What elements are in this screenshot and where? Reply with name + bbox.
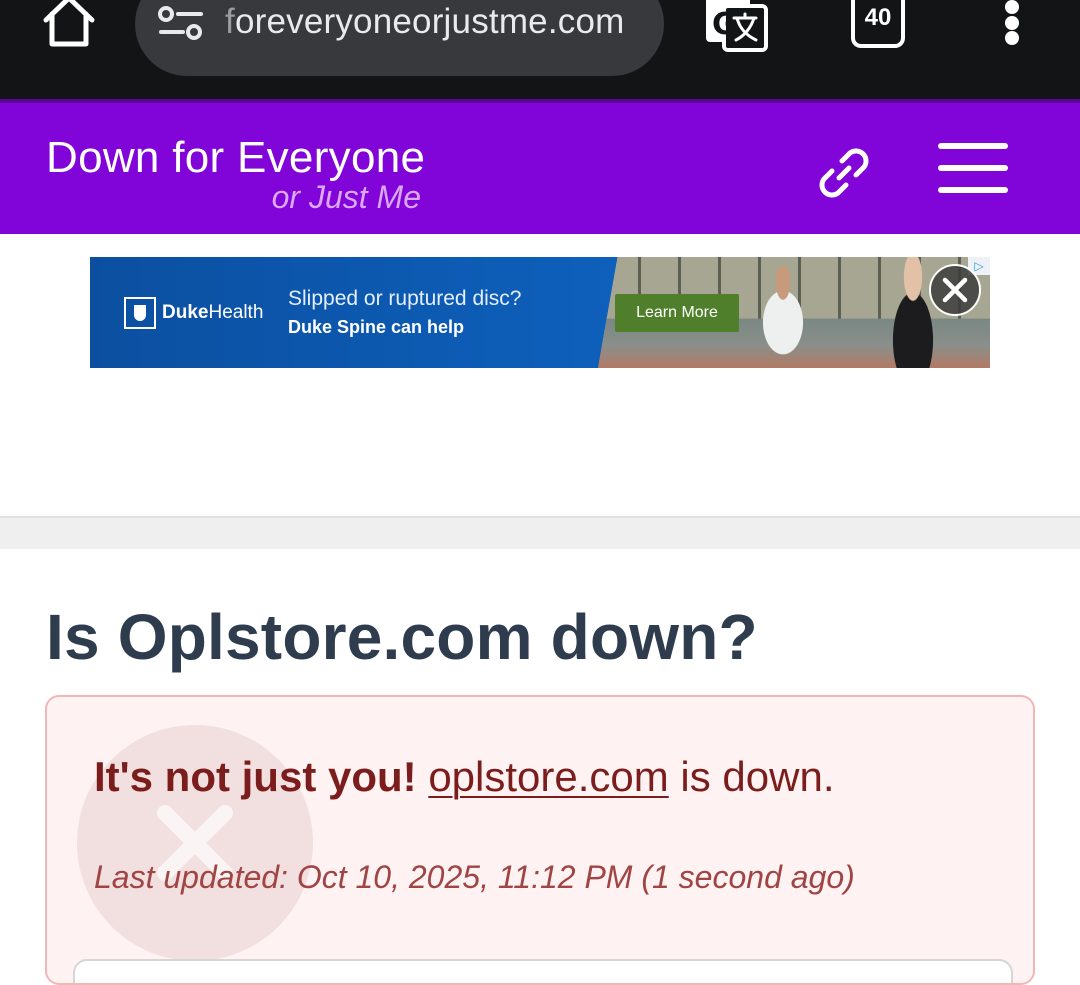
ad-headline: Slipped or ruptured disc? (288, 287, 522, 310)
duke-shield-icon (124, 297, 156, 329)
ad-photo-person (748, 267, 818, 368)
site-logo-subtitle[interactable]: or Just Me (200, 179, 421, 216)
ad-brand-bold: Duke (162, 302, 209, 323)
status-suffix: is down. (668, 753, 835, 800)
status-details-box (73, 959, 1013, 983)
ad-brand-rest: Health (208, 302, 264, 323)
status-prefix: It's not just you! (94, 753, 417, 800)
translate-icon[interactable]: G (704, 0, 770, 54)
ad-region: DukeHealth Slipped or ruptured disc? Duk… (0, 234, 1080, 516)
tabs-icon[interactable]: 40 (851, 0, 905, 48)
ad-brand: DukeHealth (162, 302, 263, 324)
link-icon[interactable] (812, 141, 876, 205)
url-text[interactable]: foreveryoneorjustme.com (225, 2, 625, 42)
last-updated-text: Last updated: Oct 10, 2025, 11:12 PM (1 … (94, 859, 855, 895)
close-icon[interactable] (929, 264, 981, 316)
duke-health-logo: DukeHealth (124, 297, 263, 329)
ad-learn-more-button[interactable]: Learn More (615, 294, 739, 332)
status-card: It's not just you! oplstore.com is down.… (45, 695, 1035, 985)
address-bar[interactable]: foreveryoneorjustme.com (135, 0, 664, 76)
svg-text:G: G (712, 7, 737, 42)
browser-toolbar: foreveryoneorjustme.com G 40 (0, 0, 1080, 99)
more-vert-icon[interactable] (1000, 0, 1024, 46)
status-message: It's not just you! oplstore.com is down. (94, 753, 835, 801)
menu-icon[interactable] (938, 143, 1008, 195)
site-header: Down for Everyone or Just Me (0, 99, 1080, 234)
tab-count: 40 (864, 4, 892, 31)
site-logo-title[interactable]: Down for Everyone (46, 133, 425, 183)
url-faded-prefix: f (225, 2, 235, 41)
section-divider (0, 516, 1080, 549)
ad-subline: Duke Spine can help (288, 317, 465, 337)
page-title: Is Oplstore.com down? (46, 601, 758, 673)
ad-banner[interactable]: DukeHealth Slipped or ruptured disc? Duk… (90, 257, 990, 368)
home-icon[interactable] (40, 0, 98, 50)
url-domain: oreveryoneorjustme.com (234, 2, 625, 41)
site-info-icon[interactable] (157, 4, 205, 44)
status-domain-link[interactable]: oplstore.com (428, 753, 668, 800)
